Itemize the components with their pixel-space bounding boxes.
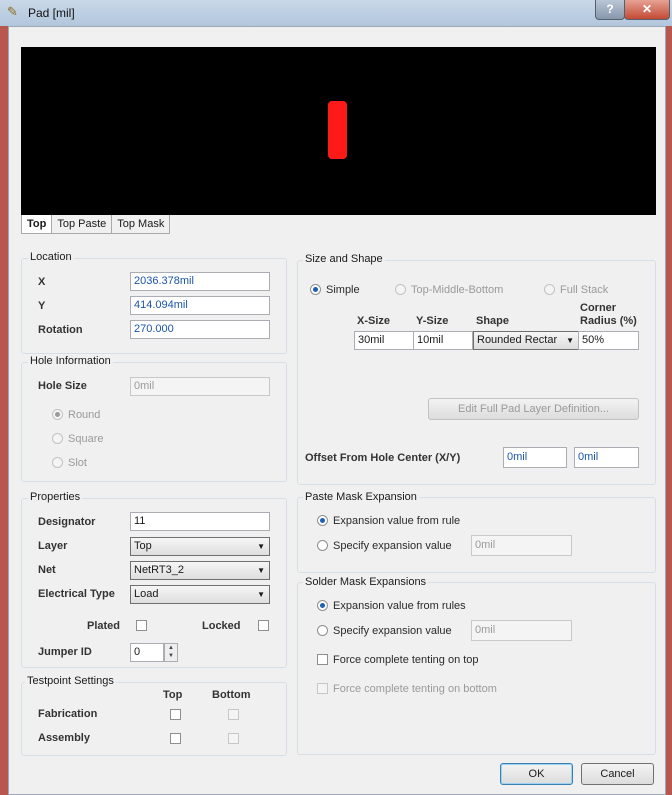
rotation-label: Rotation [38,324,83,336]
simple-radio[interactable] [310,284,321,295]
size-shape-title: Size and Shape [303,253,385,265]
slot-radio[interactable] [52,457,63,468]
paste-specify-label: Specify expansion value [333,540,452,552]
plated-checkbox[interactable] [136,620,147,631]
layer-label: Layer [38,540,68,552]
x-size-header: X-Size [357,315,391,327]
jumper-id-spinner[interactable]: ▲ ▼ [164,643,178,662]
y-size-field[interactable]: 10mil [413,331,473,350]
electrical-type-select[interactable]: Load ▼ [130,585,270,604]
rotation-field[interactable]: 270.000 [130,320,270,339]
slot-label: Slot [68,457,87,469]
properties-title: Properties [28,491,83,503]
layer-value: Top [134,540,152,552]
y-label: Y [38,300,46,312]
shape-value: Rounded Rectar [477,334,558,346]
corner-radius-field[interactable]: 50% [578,331,639,350]
offset-x-field[interactable]: 0mil [503,447,567,468]
layer-tabs: Top Top Paste Top Mask [21,215,171,234]
locked-label: Locked [202,620,241,632]
net-value: NetRT3_2 [134,564,184,576]
window-title: Pad [mil] [28,6,75,20]
offset-y-field[interactable]: 0mil [574,447,639,468]
paste-value-field[interactable]: 0mil [471,535,572,556]
simple-label: Simple [326,284,360,296]
pad-shape-preview [328,101,347,159]
top-middle-bottom-label: Top-Middle-Bottom [411,284,504,296]
hole-size-label: Hole Size [38,380,87,392]
full-stack-label: Full Stack [560,284,609,296]
y-size-header: Y-Size [416,315,449,327]
layer-select[interactable]: Top ▼ [130,537,270,556]
hole-title: Hole Information [28,355,113,367]
testpoint-title: Testpoint Settings [25,675,116,687]
assembly-label: Assembly [38,732,90,744]
solder-mask-title: Solder Mask Expansions [303,576,429,588]
x-field[interactable]: 2036.378mil [130,272,270,291]
round-label: Round [68,409,101,421]
top-middle-bottom-radio[interactable] [395,284,406,295]
tent-top-label: Force complete tenting on top [333,654,479,666]
edit-full-pad-layer-button[interactable]: Edit Full Pad Layer Definition... [428,398,639,420]
designator-field[interactable]: 11 [130,512,270,531]
solder-specify-label: Specify expansion value [333,625,452,637]
jumper-id-label: Jumper ID [38,646,92,658]
fabrication-top-checkbox[interactable] [170,709,181,720]
paste-specify-radio[interactable] [317,540,328,551]
full-stack-radio[interactable] [544,284,555,295]
net-select[interactable]: NetRT3_2 ▼ [130,561,270,580]
electrical-type-value: Load [134,588,159,600]
pad-icon: ✎ [7,4,18,19]
tab-top[interactable]: Top [21,215,53,234]
y-field[interactable]: 414.094mil [130,296,270,315]
round-radio[interactable] [52,409,63,420]
tent-bottom-label: Force complete tenting on bottom [333,683,497,695]
fabrication-label: Fabrication [38,708,98,720]
shape-select[interactable]: Rounded Rectar ▼ [473,331,579,350]
chevron-down-icon: ▼ [257,542,265,551]
net-label: Net [38,564,56,576]
paste-from-rule-radio[interactable] [317,515,328,526]
testpoint-top-label: Top [163,689,183,701]
paste-from-rule-label: Expansion value from rule [333,515,461,527]
shape-header: Shape [476,315,510,327]
assembly-bottom-checkbox[interactable] [228,733,239,744]
offset-label: Offset From Hole Center (X/Y) [305,452,461,464]
x-label: X [38,276,46,288]
tent-top-checkbox[interactable] [317,654,328,665]
cancel-button[interactable]: Cancel [581,763,654,785]
plated-label: Plated [87,620,121,632]
locked-checkbox[interactable] [258,620,269,631]
tent-bottom-checkbox[interactable] [317,683,328,694]
electrical-type-label: Electrical Type [38,588,115,600]
solder-from-rules-radio[interactable] [317,600,328,611]
title-bar[interactable]: ✎ Pad [mil] ? ✕ [0,0,672,26]
fabrication-bottom-checkbox[interactable] [228,709,239,720]
solder-value-field[interactable]: 0mil [471,620,572,641]
chevron-down-icon: ▼ [257,590,265,599]
jumper-id-field[interactable]: 0 [130,643,164,662]
testpoint-bottom-label: Bottom [212,689,251,701]
tab-top-paste[interactable]: Top Paste [51,215,113,234]
solder-from-rules-label: Expansion value from rules [333,600,466,612]
close-button[interactable]: ✕ [624,0,670,20]
x-size-field[interactable]: 30mil [354,331,414,350]
paste-mask-title: Paste Mask Expansion [303,491,419,503]
solder-specify-radio[interactable] [317,625,328,636]
location-title: Location [28,251,74,263]
tab-top-mask[interactable]: Top Mask [111,215,171,234]
corner-radius-header: Corner Radius (%) [580,302,637,327]
chevron-down-icon: ▼ [566,336,574,345]
hole-size-field[interactable]: 0mil [130,377,270,396]
help-button[interactable]: ? [595,0,625,20]
designator-label: Designator [38,516,96,528]
chevron-down-icon: ▼ [257,566,265,575]
assembly-top-checkbox[interactable] [170,733,181,744]
ok-button[interactable]: OK [500,763,573,785]
square-label: Square [68,433,104,445]
square-radio[interactable] [52,433,63,444]
